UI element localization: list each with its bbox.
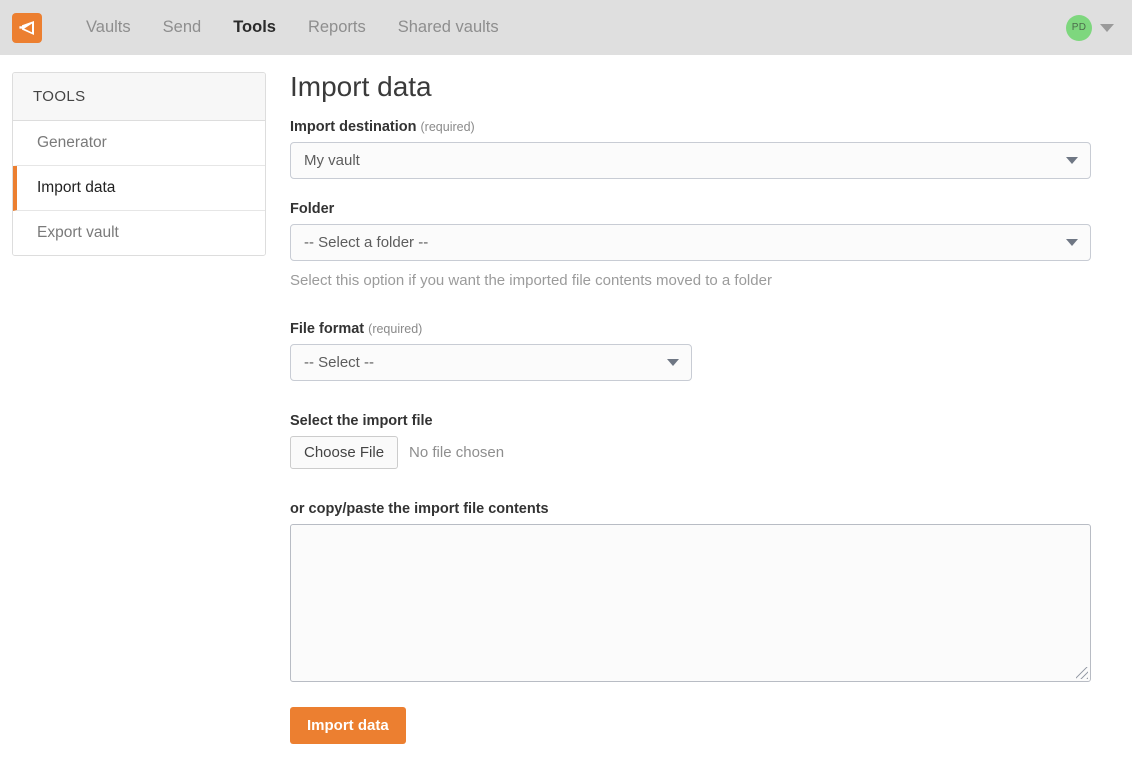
import-contents-textarea[interactable] — [290, 523, 1091, 682]
import-file-field: Select the import file Choose File No fi… — [290, 413, 1091, 469]
sidebar-item-import-data[interactable]: Import data — [13, 166, 265, 211]
import-data-submit-button[interactable]: Import data — [290, 706, 406, 744]
chevron-down-icon — [667, 359, 679, 367]
file-status-text: No file chosen — [409, 443, 505, 461]
import-destination-value: My vault — [304, 151, 360, 169]
file-format-label: File format (required) — [290, 321, 1091, 337]
nav-item-reports[interactable]: Reports — [292, 0, 382, 55]
page-title: Import data — [290, 71, 432, 102]
folder-select[interactable]: -- Select a folder -- — [290, 223, 1091, 261]
tools-sidebar: TOOLS Generator Import data Export vault — [12, 72, 266, 256]
avatar: PD — [1066, 14, 1092, 41]
sidebar-item-export-vault[interactable]: Export vault — [13, 211, 265, 255]
import-destination-required-note: (required) — [420, 119, 475, 134]
paste-contents-label: or copy/paste the import file contents — [290, 500, 549, 517]
nav-item-send[interactable]: Send — [147, 0, 218, 55]
file-format-required-note: (required) — [368, 321, 423, 336]
sidebar-item-generator[interactable]: Generator — [13, 121, 265, 166]
file-input-row: Choose File No file chosen — [290, 435, 1091, 469]
import-destination-field: Import destination (required) My vault — [290, 119, 1091, 179]
main-nav: Vaults Send Tools Reports Shared vaults — [70, 0, 515, 55]
nav-item-shared-vaults[interactable]: Shared vaults — [382, 0, 515, 55]
top-navigation-bar: Vaults Send Tools Reports Shared vaults … — [0, 0, 1132, 55]
account-menu[interactable]: PD — [1066, 0, 1114, 55]
chevron-down-icon — [1066, 157, 1078, 165]
folder-help-text: Select this option if you want the impor… — [290, 271, 772, 289]
page-body: TOOLS Generator Import data Export vault… — [0, 55, 1132, 744]
sidebar-header: TOOLS — [13, 73, 265, 121]
chevron-down-icon — [1100, 23, 1114, 32]
file-format-field: File format (required) -- Select -- — [290, 321, 1091, 381]
main-content: Import data Import destination (required… — [266, 71, 1132, 744]
file-format-select[interactable]: -- Select -- — [290, 343, 692, 381]
app-logo-icon[interactable] — [12, 12, 42, 43]
import-destination-label-text: Import destination — [290, 118, 417, 135]
nav-item-tools[interactable]: Tools — [217, 0, 292, 55]
folder-field: Folder -- Select a folder -- Select this… — [290, 201, 1091, 289]
resize-grip-icon[interactable] — [1076, 666, 1088, 679]
folder-label: Folder — [290, 200, 335, 217]
file-format-label-text: File format — [290, 320, 365, 337]
import-destination-select[interactable]: My vault — [290, 141, 1091, 179]
chevron-down-icon — [1066, 239, 1078, 247]
import-destination-label: Import destination (required) — [290, 119, 1091, 135]
nav-item-vaults[interactable]: Vaults — [70, 0, 147, 55]
paste-contents-field: or copy/paste the import file contents — [290, 501, 1091, 682]
choose-file-button[interactable]: Choose File — [290, 435, 399, 469]
import-file-label: Select the import file — [290, 412, 433, 429]
file-format-value: -- Select -- — [304, 353, 375, 371]
folder-value: -- Select a folder -- — [304, 233, 429, 251]
